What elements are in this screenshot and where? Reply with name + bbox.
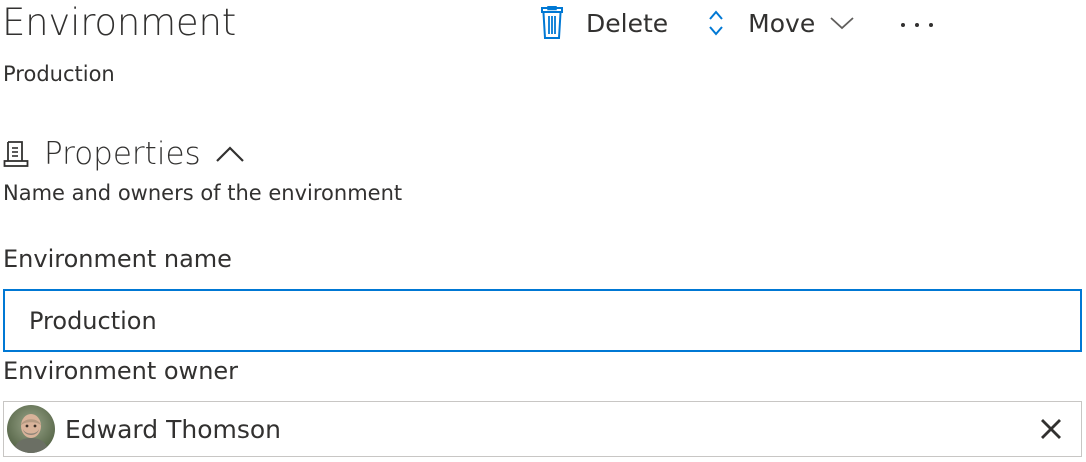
collapse-section-toggle[interactable] xyxy=(215,142,247,166)
command-bar: Delete Move xyxy=(538,4,937,42)
avatar xyxy=(7,405,55,453)
more-ellipsis-icon xyxy=(899,14,935,33)
section-title: Properties xyxy=(44,136,201,172)
owner-name: Edward Thomson xyxy=(65,414,282,444)
move-button[interactable]: Move xyxy=(702,4,857,42)
move-label: Move xyxy=(748,8,816,38)
environment-owner-picker[interactable]: Edward Thomson xyxy=(3,401,1082,457)
environment-page: Environment Production Delete Move Prope… xyxy=(0,0,1086,462)
environment-name-input[interactable] xyxy=(3,289,1082,352)
chevron-up-icon xyxy=(215,146,244,162)
page-title: Environment xyxy=(2,1,237,44)
up-down-arrows-icon xyxy=(702,6,730,40)
remove-owner-button[interactable] xyxy=(1031,409,1071,449)
trash-icon xyxy=(538,6,566,40)
delete-label: Delete xyxy=(586,8,669,38)
section-description: Name and owners of the environment xyxy=(3,181,403,205)
document-properties-icon xyxy=(3,139,29,169)
close-icon xyxy=(1041,419,1061,439)
properties-section-header: Properties xyxy=(3,134,247,174)
more-options-button[interactable] xyxy=(897,4,937,42)
chevron-down-icon xyxy=(829,13,857,33)
delete-button[interactable]: Delete xyxy=(538,4,668,42)
environment-name-label: Environment name xyxy=(3,245,232,273)
page-subtitle: Production xyxy=(3,62,115,86)
environment-owner-label: Environment owner xyxy=(3,357,239,385)
